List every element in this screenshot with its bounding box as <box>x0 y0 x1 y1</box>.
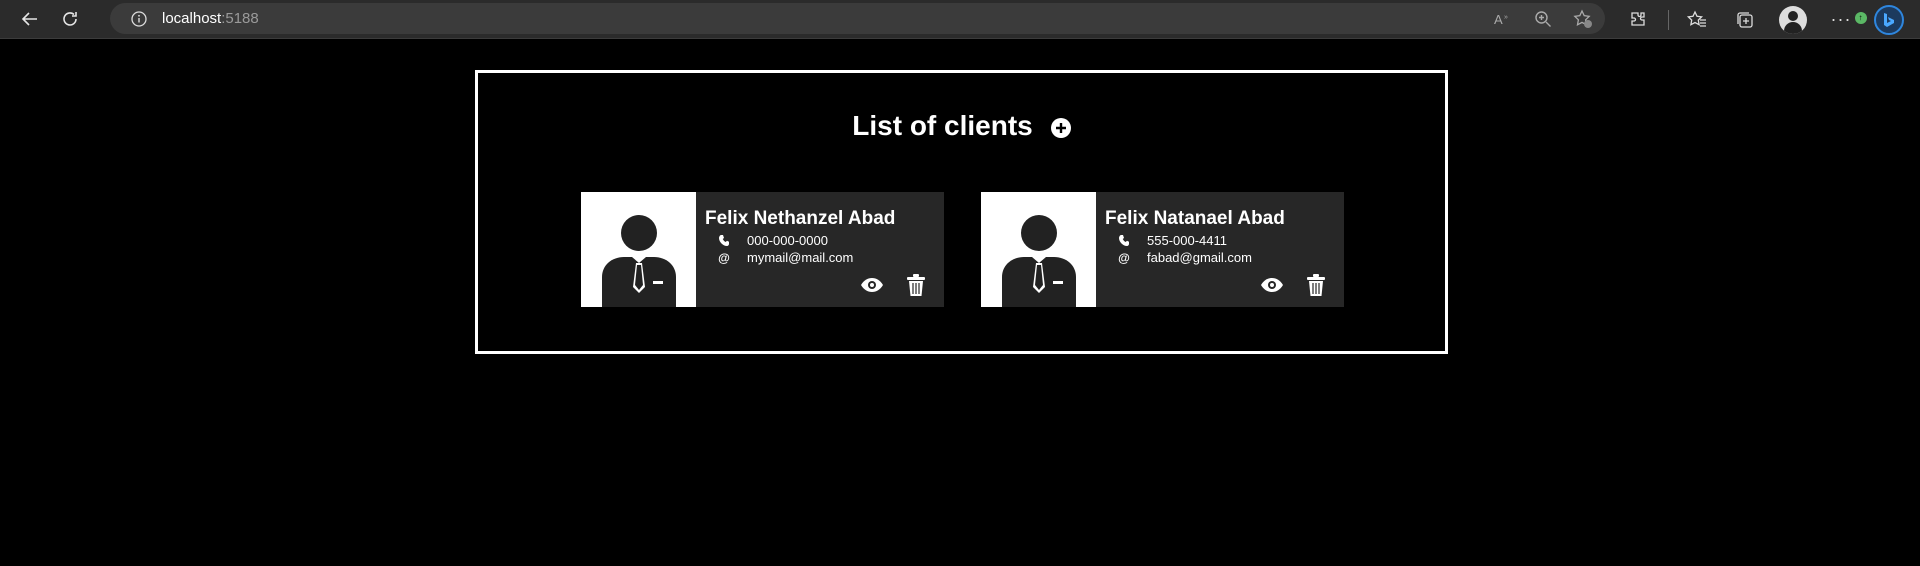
view-client-button[interactable] <box>1260 273 1284 297</box>
copilot-icon[interactable] <box>1871 2 1907 38</box>
more-menu-icon[interactable]: ··· ↑ <box>1823 2 1867 38</box>
client-actions <box>1260 273 1328 297</box>
svg-text:A: A <box>1494 12 1503 27</box>
delete-client-button[interactable] <box>1304 273 1328 297</box>
client-email-row: @ fabad@gmail.com <box>1105 250 1344 265</box>
client-phone-row: 555-000-4411 <box>1105 233 1344 248</box>
favorites-icon[interactable] <box>1679 2 1715 38</box>
read-aloud-icon[interactable]: A» <box>1491 7 1515 31</box>
plus-circle-icon <box>1055 123 1066 133</box>
client-email: mymail@mail.com <box>747 250 854 265</box>
toolbar-divider <box>1668 9 1669 30</box>
client-name: Felix Nethanzel Abad <box>705 208 896 229</box>
phone-icon <box>717 235 731 246</box>
back-button[interactable] <box>10 0 50 39</box>
arrow-left-icon <box>21 12 37 26</box>
client-phone-row: 000-000-0000 <box>705 233 944 248</box>
client-actions <box>860 273 928 297</box>
at-icon: @ <box>718 250 730 265</box>
client-email-row: @ mymail@mail.com <box>705 250 944 265</box>
client-email: fabad@gmail.com <box>1147 250 1252 265</box>
client-card: Felix Natanael Abad 555-000-4411 @ fabad… <box>981 192 1344 307</box>
client-phone: 555-000-4411 <box>1147 233 1227 248</box>
zoom-icon[interactable] <box>1531 7 1555 31</box>
person-suit-icon <box>1001 215 1076 307</box>
eye-icon <box>1261 278 1283 292</box>
client-phone: 000-000-0000 <box>747 233 828 248</box>
client-avatar <box>981 192 1096 307</box>
browser-toolbar: localhost:5188 A» ··· ↑ <box>0 0 1920 39</box>
client-details: Felix Nethanzel Abad 000-000-0000 @ myma… <box>696 192 944 307</box>
refresh-button[interactable] <box>50 0 90 39</box>
refresh-icon <box>63 12 77 26</box>
at-icon: @ <box>1118 250 1130 265</box>
add-client-button[interactable] <box>1050 118 1071 138</box>
clients-panel: List of clients Felix Nethanzel Abad 000 <box>475 70 1448 354</box>
site-info-icon[interactable] <box>130 10 148 28</box>
eye-icon <box>861 278 883 292</box>
person-suit-icon <box>601 215 676 307</box>
url-host: localhost <box>162 10 222 27</box>
url-port: :5188 <box>221 10 259 27</box>
extensions-icon[interactable] <box>1620 2 1656 38</box>
panel-header: List of clients <box>478 110 1445 142</box>
favorite-add-icon[interactable] <box>1571 7 1595 31</box>
update-badge-icon: ↑ <box>1855 11 1867 24</box>
client-details: Felix Natanael Abad 555-000-4411 @ fabad… <box>1096 192 1344 307</box>
collections-icon[interactable] <box>1727 2 1763 38</box>
view-client-button[interactable] <box>860 273 884 297</box>
page-title: List of clients <box>852 110 1033 141</box>
trash-icon <box>1307 274 1325 296</box>
client-card: Felix Nethanzel Abad 000-000-0000 @ myma… <box>581 192 944 307</box>
trash-icon <box>907 274 925 296</box>
client-avatar <box>581 192 696 307</box>
address-bar[interactable]: localhost:5188 A» <box>110 3 1605 34</box>
svg-text:»: » <box>1504 14 1508 21</box>
phone-icon <box>1117 235 1131 246</box>
client-name: Felix Natanael Abad <box>1105 208 1285 229</box>
delete-client-button[interactable] <box>904 273 928 297</box>
profile-avatar[interactable] <box>1775 2 1811 38</box>
